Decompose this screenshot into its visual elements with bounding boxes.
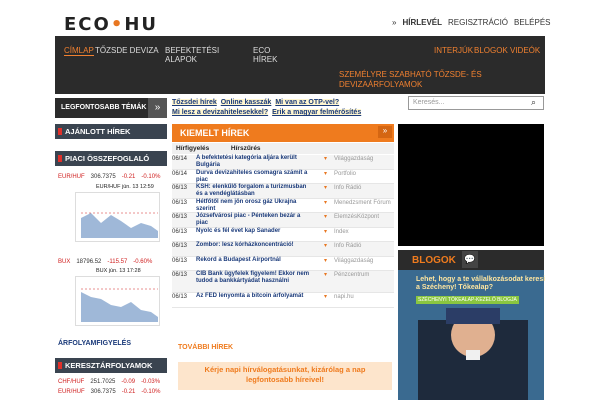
register-link[interactable]: REGISZTRÁCIÓ [448,18,508,27]
eurhuf-chart [75,192,160,242]
news-list: 06/14 A befektetési kategória aljára kerü… [172,155,394,308]
news-row[interactable]: 06/13 Józsefvárosi piac - Pénteken bezár … [172,213,394,228]
topic-tags: Tőzsdei hírek Online kasszák Mi van az OTP… [172,98,394,120]
top-links: » HÍRLEVÉL REGISZTRÁCIÓ BELÉPÉS [392,18,551,27]
nav-funds-line2[interactable]: ALAPOK [165,55,197,64]
more-news-link[interactable]: TOVÁBBI HÍREK [178,344,233,351]
nav-custom-rates[interactable]: SZEMÉLYRE SZABHATÓ TŐZSDE- ÉS [339,70,482,79]
nav-market[interactable]: TŐZSDE DEVIZA [95,46,159,55]
recommended-header[interactable]: AJÁNLOTT HÍREK [55,124,167,139]
topics-arrow-icon[interactable]: » [148,98,167,118]
chat-icon[interactable]: 💬 [462,251,478,268]
news-filters: Hírfigyelés Hírszűrés [172,143,394,154]
nav-videos[interactable]: VIDEÓK [510,46,540,55]
market-summary-header[interactable]: PIACI ÖSSZEFOGLALÓ [55,151,167,166]
news-row[interactable]: 06/13 CIB Bank ügyfelek figyelem! Ekkor n… [172,271,394,293]
nav-funds[interactable]: BEFEKTETÉSI [165,46,219,55]
bux-chart [75,276,160,326]
newsletter-link[interactable]: HÍRLEVÉL [402,18,442,27]
news-row[interactable]: 06/13 Hétfőtől nem jön orosz gáz Ukrajna … [172,199,394,213]
login-link[interactable]: BELÉPÉS [514,18,550,27]
tag-link[interactable]: Erik a magyar felmérősítés [272,109,362,116]
nav-eco-line2[interactable]: HÍREK [253,55,277,64]
rate-row[interactable]: EUR/HUF 306.7375 -0.21 -0.10% [58,389,160,395]
blog-title[interactable]: BLOGOK [412,255,456,266]
expand-icon[interactable]: » [378,126,392,138]
news-row[interactable]: 06/13 Az FED lenyomta a bitcoin árfolyamá… [172,293,394,308]
chart-title: EUR/HUF jún. 13 12:59 [96,184,154,190]
arrow-icon: » [392,18,397,27]
nav-home[interactable]: CÍMLAP [64,46,94,56]
news-row[interactable]: 06/14 A befektetési kategória aljára kerü… [172,155,394,170]
nav-custom-rates-line2[interactable]: DEVIZAÁRFOLYAMOK [339,80,422,89]
cross-rates-header[interactable]: KERESZTÁRFOLYAMOK [55,358,167,373]
news-row[interactable]: 06/13 Nyolc és fél évet kap Sanader ▾ Index [172,228,394,242]
logo-right: HU [124,14,159,35]
news-row[interactable]: 06/13 Rekord a Budapest Airportnál ▾ Világg… [172,257,394,271]
rate-row[interactable]: BUX 18796.52 -115.57 -0.60% [58,259,152,265]
featured-news-header: KIEMELT HÍREK [172,124,394,142]
tag-link[interactable]: Mi van az OTP-vel? [275,99,340,106]
news-watch-tab[interactable]: Hírfigyelés [176,145,209,152]
logo-left: ECO [64,14,111,35]
site-logo[interactable]: ECO•HU [64,14,158,35]
nav-eco[interactable]: ECO [253,46,270,55]
rate-row[interactable]: EUR/HUF 306.7375 -0.21 -0.10% [58,174,160,180]
tag-link[interactable]: Mi lesz a devizahitelesekkel? [172,109,269,116]
video-placeholder[interactable] [398,124,544,246]
rate-watch-link[interactable]: ÁRFOLYAMFIGYELÉS [58,340,131,347]
news-row[interactable]: 06/13 KSH: elenkűlő forgalom a turizmusba… [172,184,394,199]
news-row[interactable]: 06/13 Zombor: lesz kórházkoncentráció! ▾ In… [172,242,394,257]
search-input[interactable]: Keresés... [408,96,544,110]
blog-headline[interactable]: Lehet, hogy a te vállalkozásodat keresi … [416,276,546,292]
nav-blogs[interactable]: BLOGOK [474,46,508,55]
blog-tag[interactable]: SZÉCHENYI TŐKEALAP-KEZELŐ BLOGJA [416,296,519,304]
search-icon[interactable]: ⌕ [531,97,536,108]
logo-dot: • [110,14,125,35]
main-nav: CÍMLAP TŐZSDE DEVIZA BEFEKTETÉSI ALAPOK … [55,36,545,94]
chart-title: BUX jún. 13 17:28 [96,268,141,274]
tag-link[interactable]: Online kasszák [220,99,272,106]
news-row[interactable]: 06/14 Durva devizahiteles csomagra számít… [172,170,394,184]
newsletter-promo[interactable]: Kérje napi hírválogatásunkat, kizárólag … [178,362,392,390]
news-filter-tab[interactable]: Hírszűrés [231,145,261,152]
nav-interviews[interactable]: INTERJÚK [434,46,473,55]
tag-link[interactable]: Tőzsdei hírek [172,99,217,106]
rate-row[interactable]: CHF/HUF 251.7025 -0.09 -0.03% [58,379,160,385]
